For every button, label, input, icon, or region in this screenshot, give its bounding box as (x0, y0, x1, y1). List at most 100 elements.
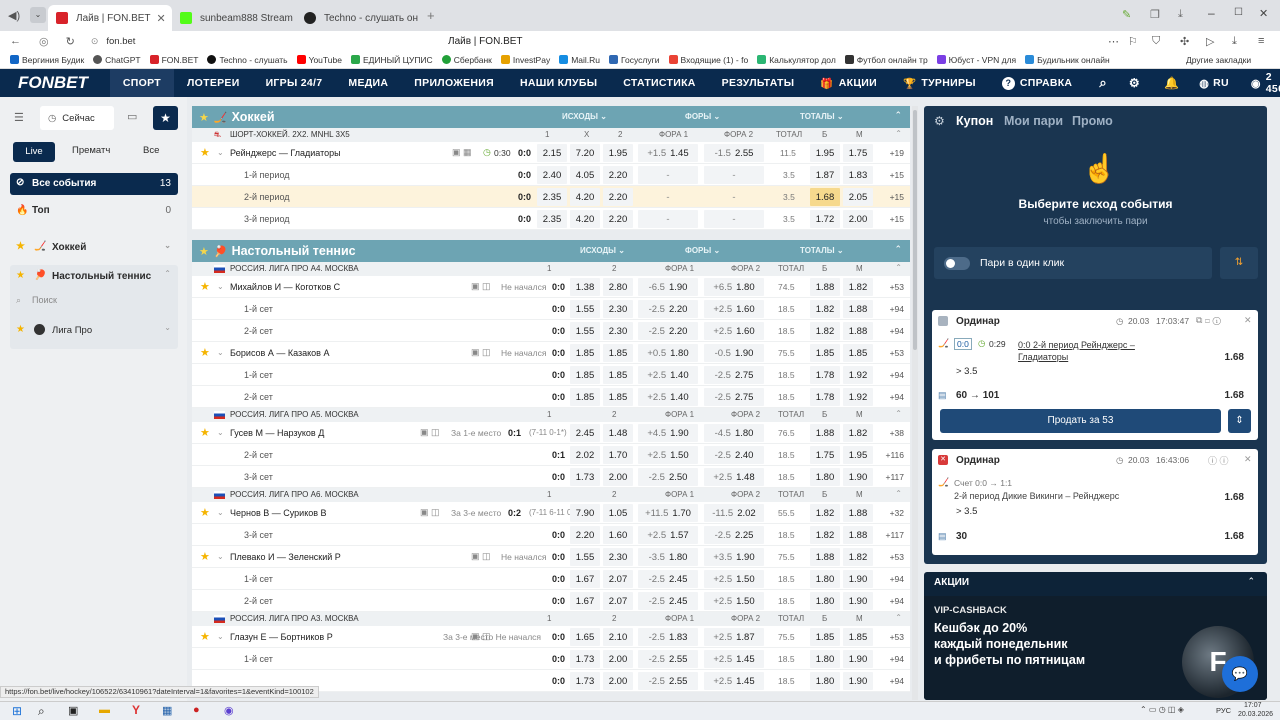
bookmark-item[interactable]: Юбуст - VPN для (936, 55, 1016, 65)
odd-cell[interactable]: 2.35 (537, 188, 567, 206)
odd-cell[interactable]: -2.5 2.50 (638, 468, 698, 486)
odd-cell[interactable]: +2.5 1.45 (704, 672, 764, 690)
odd-cell[interactable]: - (638, 210, 698, 228)
sort-icon[interactable]: ⇅ (1220, 247, 1258, 279)
odd-cell[interactable]: 1.48 (603, 424, 633, 442)
one-click-toggle[interactable] (944, 257, 970, 270)
odd-cell[interactable]: +2.5 1.40 (638, 366, 698, 384)
more-icon[interactable]: ⋯ (1108, 35, 1119, 48)
odd-cell[interactable]: 1.90 (843, 672, 873, 690)
bookmark-item[interactable]: Госуслуги (609, 55, 660, 65)
odd-cell[interactable]: +2.5 1.87 (704, 628, 764, 646)
odd-cell[interactable]: 2.10 (603, 628, 633, 646)
odd-cell[interactable]: -3.5 1.80 (638, 548, 698, 566)
odd-cell[interactable]: 2.30 (603, 300, 633, 318)
set-row[interactable]: 2-й сет 0:0 1.85 1.85 +2.5 1.40 -2.5 2.75 18.5 1.… (192, 386, 910, 408)
star-icon[interactable]: ★ (200, 550, 210, 563)
more-markets[interactable]: +53 (890, 348, 904, 358)
star-icon[interactable]: ★ (200, 346, 210, 359)
chevron-down-icon[interactable]: ⌄ (217, 632, 224, 641)
now-button[interactable]: ◷ Сейчас (40, 106, 114, 130)
promo-banner[interactable]: VIP-CASHBACK Кешбэк до 20% каждый понеде… (924, 596, 1267, 700)
col-totals[interactable]: ТОТАЛЫ ⌄ (800, 112, 844, 121)
odd-cell[interactable]: 1.92 (843, 366, 873, 384)
odd-cell[interactable]: 1.85 (843, 344, 873, 362)
collapse-icon[interactable]: ⌃ (895, 489, 902, 498)
tab-my-bets[interactable]: Мои пари (1004, 114, 1063, 128)
odd-cell[interactable]: 2.20 (570, 526, 600, 544)
odd-cell[interactable]: 7.90 (570, 504, 600, 522)
match-row[interactable]: ★ ⌄ Чернов В — Суриков В ▣ ◫ За 3-е место 0:2… (192, 502, 910, 524)
star-icon[interactable]: ★ (200, 506, 210, 519)
url-input[interactable]: fon.bet (106, 36, 135, 47)
odd-cell[interactable]: 2.20 (603, 166, 633, 184)
odd-cell[interactable]: 1.75 (810, 446, 840, 464)
odd-cell[interactable]: 1.88 (843, 322, 873, 340)
more-markets[interactable]: +38 (890, 428, 904, 438)
chat-icon[interactable]: 💬 (1222, 656, 1258, 692)
star-icon[interactable]: ★ (200, 280, 210, 293)
set-row[interactable]: 2-й сет 0:0 1.67 2.07 -2.5 2.45 +2.5 1.50 18.5 1.… (192, 590, 910, 612)
odd-cell[interactable]: -2.5 2.75 (704, 388, 764, 406)
odd-cell[interactable]: +2.5 1.50 (704, 570, 764, 588)
odd-cell[interactable]: 1.73 (570, 468, 600, 486)
set-row[interactable]: 3-й сет 0:0 2.20 1.60 +2.5 1.57 -2.5 2.25 18.5 1.… (192, 524, 910, 546)
odd-cell[interactable]: 1.55 (570, 322, 600, 340)
odd-cell[interactable]: 1.85 (810, 628, 840, 646)
collapse-icon[interactable]: ⌃ (895, 263, 902, 272)
odd-cell[interactable]: 1.80 (810, 570, 840, 588)
odd-cell[interactable]: +6.5 1.80 (704, 278, 764, 296)
odd-cell[interactable]: +2.5 1.50 (638, 446, 698, 464)
odd-cell[interactable]: 1.88 (843, 526, 873, 544)
new-tab-icon[interactable]: + (427, 8, 435, 23)
set-row[interactable]: 1-й сет 0:0 1.73 2.00 -2.5 2.55 +2.5 1.45 18.5 1.… (192, 648, 910, 670)
star-icon[interactable]: ★ (16, 241, 25, 252)
minimize-icon[interactable]: – (1208, 6, 1215, 20)
odd-cell[interactable]: - (638, 188, 698, 206)
bookmark-item[interactable]: ChatGPT (93, 55, 141, 65)
odd-cell[interactable]: 2.00 (843, 210, 873, 228)
stats-icon[interactable]: ▣ ◫ (471, 551, 491, 562)
odd-cell[interactable]: 1.85 (570, 344, 600, 362)
sidebar-item-tennis[interactable]: Настольный теннис (52, 271, 151, 282)
col-outcomes[interactable]: ИСХОДЫ ⌄ (562, 112, 607, 121)
odd-cell[interactable]: 1.78 (810, 388, 840, 406)
filter-icon[interactable]: ☰ (14, 111, 24, 124)
odd-cell[interactable]: 7.20 (570, 144, 600, 162)
odd-cell[interactable]: 2.00 (603, 672, 633, 690)
copy-icon[interactable]: ⧉ ◻ ⓘ (1196, 315, 1221, 326)
protect-icon[interactable]: ◎ (39, 35, 49, 48)
bookmark-icon[interactable]: ⚐ (1128, 35, 1138, 48)
chevron-up-icon[interactable]: ⌃ (164, 269, 171, 278)
odd-cell[interactable]: 1.88 (810, 548, 840, 566)
odd-cell[interactable]: 1.88 (843, 504, 873, 522)
nav-results[interactable]: РЕЗУЛЬТАТЫ (709, 69, 808, 97)
odd-cell[interactable]: -11.5 2.02 (704, 504, 764, 522)
odd-cell[interactable]: 1.55 (570, 548, 600, 566)
tab-coupon[interactable]: Купон (956, 114, 993, 128)
sport-header-hockey[interactable]: ★ 🏒 Хоккей ИСХОДЫ ⌄ ФОРЫ ⌄ ТОТАЛЫ ⌄ ⌃ (192, 106, 910, 128)
nav-clubs[interactable]: НАШИ КЛУБЫ (507, 69, 610, 97)
match-row[interactable]: ★ ⌄ Гусев М — Нарзуков Д ▣ ◫ За 1-е место 0:1… (192, 422, 910, 444)
chevron-down-icon[interactable]: ⌄ (164, 241, 171, 250)
odd-cell[interactable]: 1.78 (810, 366, 840, 384)
odd-cell[interactable]: -2.5 2.55 (638, 672, 698, 690)
odd-cell[interactable]: 1.65 (570, 628, 600, 646)
bookmark-item[interactable]: Сбербанк (441, 55, 492, 65)
bookmark-item[interactable]: Входящие (1) - fo (668, 55, 748, 65)
more-markets[interactable]: +94 (890, 326, 904, 336)
odd-cell[interactable]: 1.83 (843, 166, 873, 184)
nav-apps[interactable]: ПРИЛОЖЕНИЯ (401, 69, 507, 97)
match-row[interactable]: ★ ⌄ Рейнджерс — Гладиаторы ▣ ▦ ◷ 0:30 0:… (192, 142, 910, 164)
odd-cell[interactable]: +3.5 1.90 (704, 548, 764, 566)
odd-cell[interactable]: 1.85 (603, 388, 633, 406)
odd-cell[interactable]: - (704, 166, 764, 184)
odd-cell[interactable]: -2.5 1.83 (638, 628, 698, 646)
odd-cell[interactable]: +0.5 1.80 (638, 344, 698, 362)
extension-icon[interactable]: ✎ (1122, 8, 1131, 21)
stats-icon[interactable]: ▣ ◫ (420, 507, 440, 518)
odd-cell[interactable]: 1.82 (843, 278, 873, 296)
league-search-input[interactable]: Поиск (32, 295, 57, 305)
clock[interactable]: 17:07 (1244, 702, 1262, 709)
odd-cell[interactable]: 2.07 (603, 592, 633, 610)
